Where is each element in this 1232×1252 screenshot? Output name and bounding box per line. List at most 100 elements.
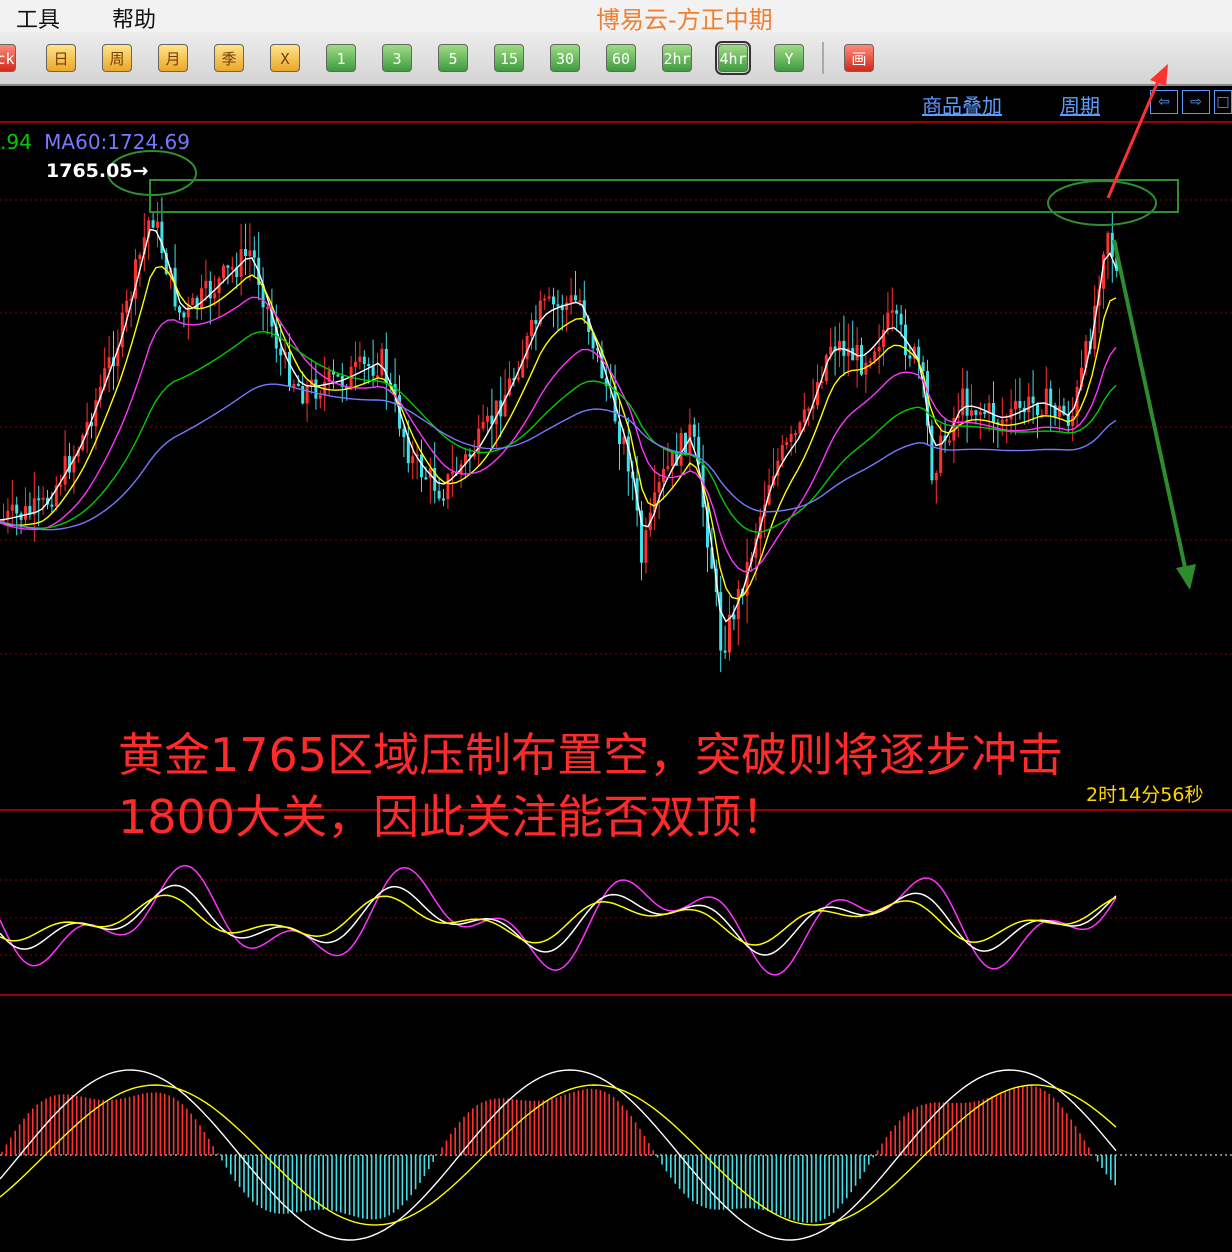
drop-arrow-head: [1176, 564, 1196, 590]
candle-body: [939, 435, 943, 473]
candle-body: [983, 411, 987, 414]
candle-body: [1044, 388, 1048, 415]
arrow-right-icon: →: [132, 160, 149, 182]
candle-body: [618, 421, 621, 444]
candle-body: [578, 300, 582, 303]
candle-body: [1027, 396, 1031, 413]
ma-legend: .94 MA60:1724.69: [0, 130, 190, 154]
candle-body: [107, 357, 111, 369]
candle-body: [802, 409, 806, 423]
candle-body: [354, 361, 357, 367]
candle-body: [556, 304, 560, 307]
resistance-box: [149, 179, 1179, 213]
candle-body: [516, 377, 520, 380]
candle-body: [437, 490, 441, 499]
annotation-line-2: 1800大关，因此关注能否双顶！: [118, 790, 788, 844]
candle-body: [574, 295, 577, 301]
candle-body: [182, 312, 186, 318]
candle-body: [547, 296, 551, 299]
candle-body: [679, 432, 683, 466]
candle-body: [156, 221, 159, 228]
candle-body: [934, 472, 938, 481]
candle-body: [266, 306, 269, 309]
candle-body: [692, 424, 696, 437]
candle-body: [644, 530, 648, 563]
candle-body: [530, 320, 533, 336]
candle-body: [358, 356, 362, 362]
candle-body: [248, 250, 252, 256]
candle-body: [868, 360, 872, 363]
candle-body: [186, 305, 190, 318]
candle-body: [565, 302, 569, 310]
candle-body: [37, 498, 41, 501]
candle-body: [200, 288, 203, 309]
candle-body: [279, 348, 283, 356]
max-price-value: 1765.05: [46, 160, 133, 182]
candle-body: [301, 386, 305, 404]
candle-body: [1049, 388, 1053, 406]
bar-countdown: 2时14分56秒: [1086, 784, 1204, 806]
ma60-line: [0, 383, 1117, 531]
candle-body: [626, 436, 630, 472]
candle-body: [543, 298, 547, 301]
candle-body: [244, 249, 247, 256]
candle-body: [1005, 419, 1009, 422]
candle-body: [978, 411, 982, 415]
candle-body: [442, 498, 445, 501]
candle-body: [1000, 419, 1004, 424]
candle-body: [288, 351, 291, 387]
candle-body: [151, 220, 155, 228]
candle-body: [785, 442, 789, 446]
candle-body: [50, 504, 54, 507]
candle-body: [886, 312, 890, 330]
candle-body: [657, 482, 661, 493]
candle-body: [569, 295, 573, 303]
candle-body: [15, 504, 19, 514]
candle-body: [534, 320, 538, 325]
candle-body: [230, 267, 234, 270]
candle-body: [948, 440, 951, 443]
candle-body: [222, 265, 225, 279]
annotation-line-1: 黄金1765区域压制布置空，突破则将逐步冲击: [118, 728, 1064, 782]
candle-body: [719, 592, 723, 651]
candle-body: [226, 265, 230, 268]
candle-body: [336, 374, 340, 377]
candle-body: [873, 351, 877, 361]
candle-body: [970, 410, 973, 416]
candle-body: [494, 400, 498, 425]
candle-body: [446, 474, 450, 500]
candle-body: [789, 433, 793, 443]
candle-body: [860, 344, 863, 375]
max-price-label: 1765.05→: [46, 160, 148, 182]
candle-body: [890, 310, 894, 313]
candle-body: [191, 297, 195, 306]
candle-body: [296, 383, 300, 387]
candle-body: [992, 403, 995, 423]
candle-body: [481, 421, 485, 429]
candle-body: [895, 310, 899, 314]
candle-body: [965, 388, 969, 416]
candle-body: [670, 451, 674, 467]
candle-body: [318, 395, 322, 399]
candle-body: [723, 650, 727, 653]
candle-body: [1036, 403, 1039, 415]
candle-body: [552, 296, 555, 305]
candle-body: [213, 293, 217, 299]
candle-body: [798, 422, 802, 434]
candle-body: [178, 306, 181, 313]
candle-body: [10, 504, 14, 511]
candle-body: [794, 433, 797, 436]
candle-body: [292, 383, 296, 387]
candle-body: [1106, 232, 1110, 255]
candle-body: [666, 466, 670, 469]
ma40-value: .94: [0, 130, 32, 154]
candle-body: [486, 415, 489, 422]
candle-body: [204, 280, 208, 289]
candle-body: [807, 408, 811, 411]
candle-body: [1009, 408, 1013, 420]
candle-body: [411, 456, 415, 464]
candle-body: [1014, 400, 1017, 409]
price-chart-canvas[interactable]: [0, 0, 1232, 1252]
candle-body: [877, 346, 881, 352]
candle-body: [138, 254, 142, 260]
